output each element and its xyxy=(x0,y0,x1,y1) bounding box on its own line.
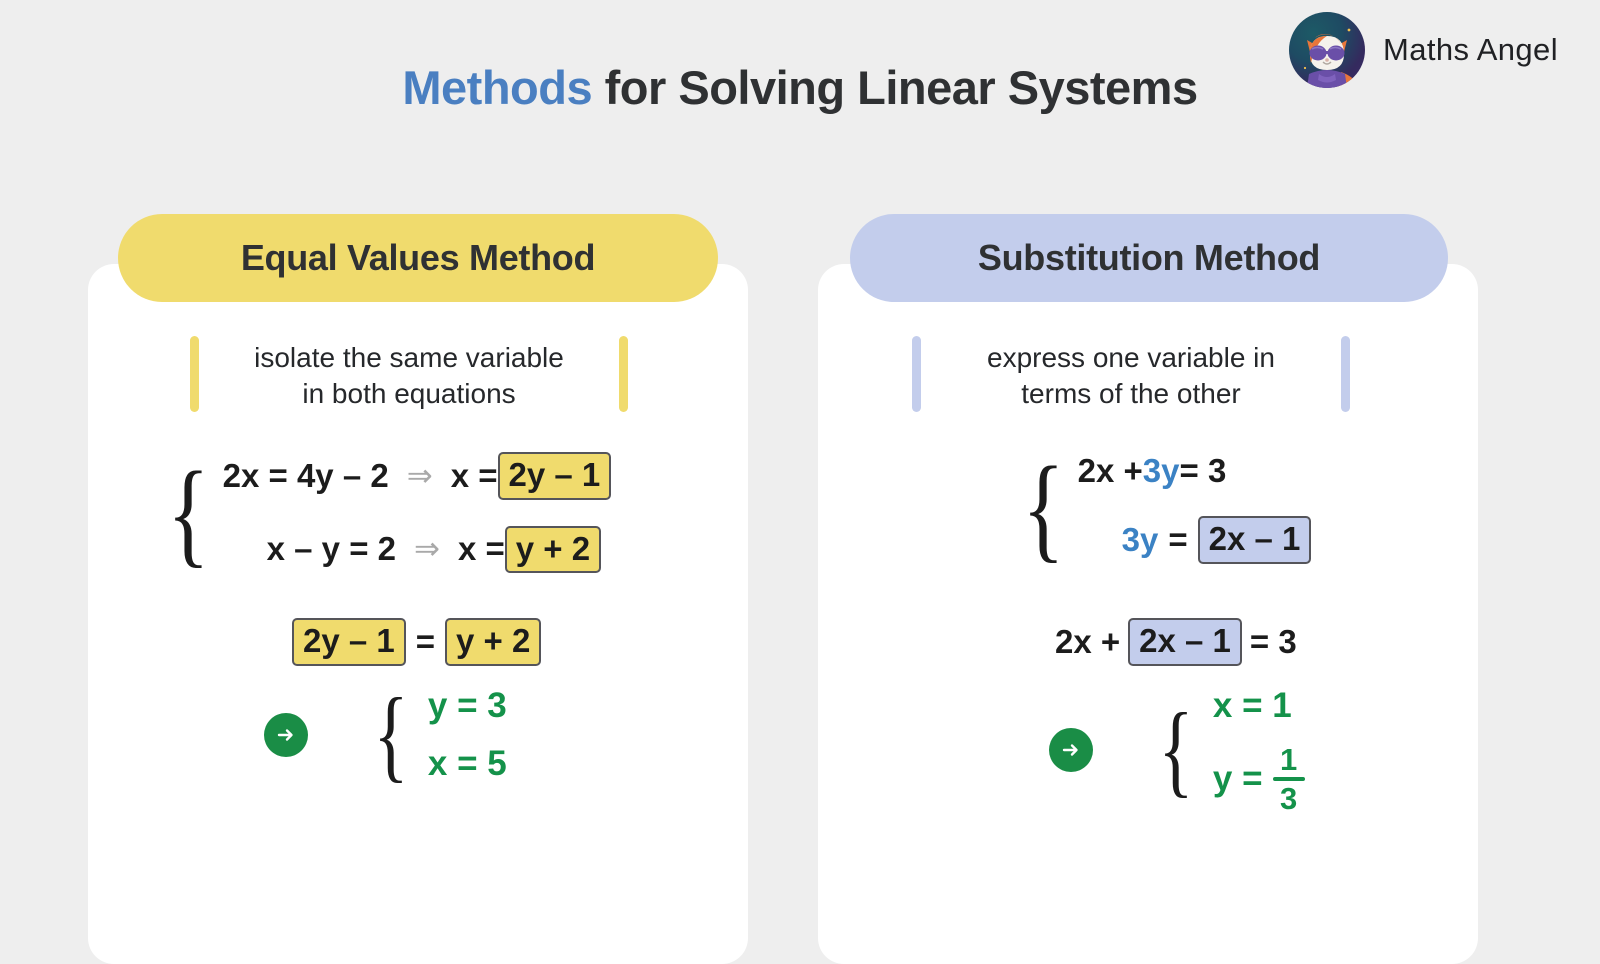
solution-line-fraction: y = 1 3 xyxy=(1213,744,1305,814)
solution-line: x = 5 xyxy=(427,744,507,783)
equals-sign: = xyxy=(415,622,436,660)
highlighted-expression: y + 2 xyxy=(504,525,602,574)
solution-prefix: y = xyxy=(1212,759,1263,798)
cat-mascot-icon xyxy=(1288,12,1365,88)
description-equal-values: isolate the same variable in both equati… xyxy=(190,336,628,412)
arrow-right-icon xyxy=(1049,728,1093,772)
equation-row: 2x + 3y = 3 xyxy=(1078,452,1312,490)
equation-system-equal-values: { 2x = 4y – 2 ⇒ x = 2y – 1 x – y = 2 ⇒ x… xyxy=(160,452,612,574)
equation-part: 2x + xyxy=(1077,452,1143,489)
combined-equation-equal-values: 2y – 1 = y + 2 xyxy=(292,618,542,666)
fraction-denominator: 3 xyxy=(1279,781,1298,816)
page-title-accent: Methods xyxy=(402,61,593,114)
implies-arrow-icon: ⇒ xyxy=(406,457,433,493)
equals-sign: = xyxy=(1168,520,1188,558)
highlighted-expression-left: 2y – 1 xyxy=(292,618,406,666)
highlighted-expression: 2x – 1 xyxy=(1128,618,1242,666)
solution-line: x = 1 xyxy=(1212,686,1292,725)
equation-lhs: 2x = 4y – 2 xyxy=(222,456,389,494)
solution-line: y = 3 xyxy=(427,686,507,725)
accent-bar-right xyxy=(619,336,628,412)
card-title-equal-values: Equal Values Method xyxy=(118,214,718,302)
accent-bar-right xyxy=(1341,336,1350,412)
equation-lhs: x – y = 2 xyxy=(266,530,396,568)
equation-system-substitution: { 2x + 3y = 3 3y = 2x – 1 xyxy=(1015,448,1312,566)
equation-part: = 3 xyxy=(1179,452,1227,489)
combined-equation-substitution: 2x + 2x – 1 = 3 xyxy=(1055,618,1297,666)
combined-suffix: = 3 xyxy=(1249,622,1297,660)
card-title-substitution: Substitution Method xyxy=(850,214,1448,302)
description-text: isolate the same variable in both equati… xyxy=(254,342,564,409)
equation-row: 3y = 2x – 1 xyxy=(1078,516,1312,564)
description-substitution: express one variable in terms of the oth… xyxy=(912,336,1350,412)
brand-name: Maths Angel xyxy=(1382,32,1558,67)
accent-bar-left xyxy=(912,336,921,412)
equation-lhs-highlighted: 3y xyxy=(1121,520,1159,558)
equation-rhs-prefix: x = xyxy=(450,456,498,494)
page-title-rest: for Solving Linear Systems xyxy=(592,61,1198,114)
combined-prefix: 2x + xyxy=(1055,622,1121,660)
highlighted-expression: 2x – 1 xyxy=(1197,516,1312,564)
description-text: express one variable in terms of the oth… xyxy=(987,342,1275,409)
fraction-numerator: 1 xyxy=(1279,742,1298,777)
highlighted-expression-right: y + 2 xyxy=(445,618,542,666)
equation-row: 2x = 4y – 2 ⇒ x = 2y – 1 xyxy=(223,452,612,500)
equation-rhs-prefix: x = xyxy=(457,530,505,568)
equation-part-highlighted: 3y xyxy=(1142,452,1180,489)
brand: Maths Angel xyxy=(1288,12,1558,88)
implies-arrow-icon: ⇒ xyxy=(414,531,440,567)
arrow-right-icon xyxy=(264,713,308,757)
highlighted-expression: 2y – 1 xyxy=(497,452,612,500)
fraction: 1 3 xyxy=(1272,742,1305,816)
solution-substitution: { x = 1 y = 1 3 xyxy=(1049,686,1305,814)
equation-row: x – y = 2 ⇒ x = y + 2 xyxy=(223,525,612,574)
accent-bar-left xyxy=(190,336,199,412)
solution-equal-values: { y = 3 x = 5 xyxy=(264,683,507,787)
